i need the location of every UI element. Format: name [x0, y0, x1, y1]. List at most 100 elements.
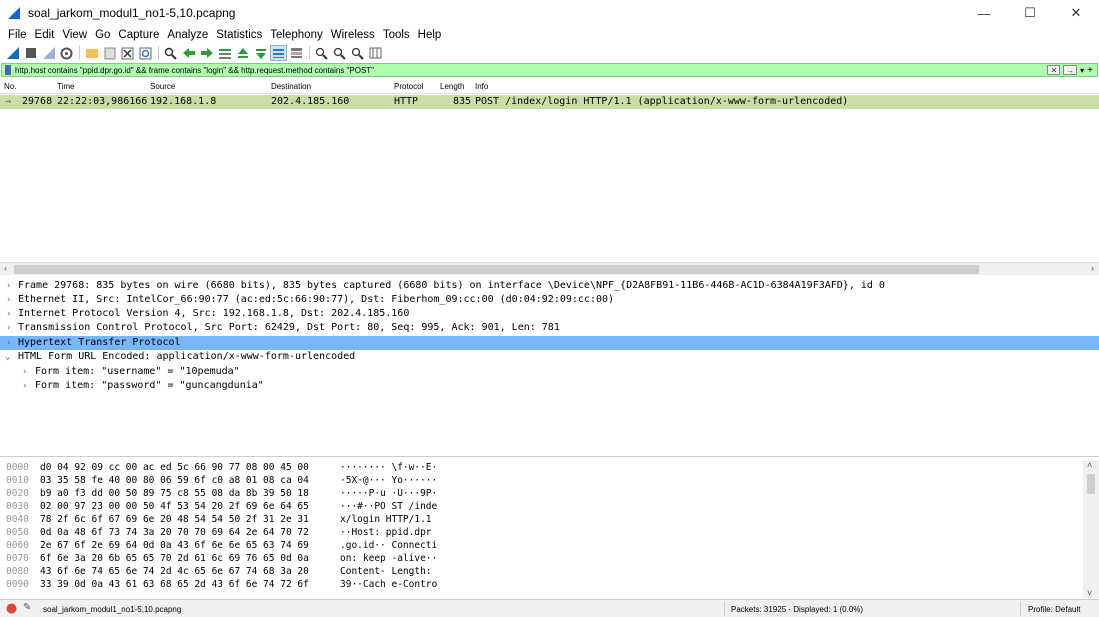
expand-arrow-icon[interactable]: ›	[6, 336, 11, 350]
col-length[interactable]: Length	[440, 82, 464, 91]
menu-view[interactable]: View	[58, 29, 91, 41]
packet-time: 22:22:03,986166	[57, 96, 148, 107]
col-destination[interactable]: Destination	[271, 82, 311, 91]
detail-ipv4[interactable]: › Internet Protocol Version 4, Src: 192.…	[0, 307, 1099, 321]
go-forward-icon[interactable]	[198, 45, 215, 61]
menu-wireless[interactable]: Wireless	[327, 29, 379, 41]
collapse-arrow-icon[interactable]: ⌄	[5, 350, 10, 364]
bytes-vscrollbar[interactable]: ˄ ˅	[1083, 460, 1099, 598]
col-no[interactable]: No.	[4, 82, 16, 91]
restart-capture-icon[interactable]	[40, 45, 57, 61]
toolbar-separator	[79, 46, 80, 60]
menu-statistics[interactable]: Statistics	[212, 29, 266, 41]
col-info[interactable]: Info	[475, 82, 488, 91]
packet-list-header: No. Time Source Destination Protocol Len…	[0, 79, 1099, 94]
title-bar: soal_jarkom_modul1_no1-5,10.pcapng — ☐ ✕	[0, 0, 1099, 26]
autoscroll-icon[interactable]	[270, 45, 287, 61]
minimize-button[interactable]: —	[961, 0, 1007, 26]
packet-no: 29768	[22, 96, 53, 107]
hscroll-thumb[interactable]	[14, 265, 979, 274]
toolbar-separator	[158, 46, 159, 60]
detail-http-selected[interactable]: › Hypertext Transfer Protocol	[0, 336, 1099, 350]
packet-source: 192.168.1.8	[150, 96, 217, 107]
detail-form-item-password[interactable]: › Form item: "password" = "guncangdunia"	[0, 379, 1099, 393]
toolbar-separator	[309, 46, 310, 60]
capture-comment-icon[interactable]: ✎	[23, 602, 31, 613]
filter-dropdown-icon[interactable]: ▾	[1080, 66, 1084, 75]
packet-protocol: HTTP	[394, 96, 419, 107]
stop-capture-icon[interactable]	[22, 45, 39, 61]
expert-info-error-icon[interactable]	[6, 603, 17, 614]
status-profile[interactable]: Profile: Default	[1028, 605, 1080, 614]
detail-form-urlencoded[interactable]: ⌄ HTML Form URL Encoded: application/x-w…	[0, 350, 1099, 364]
scroll-up-icon[interactable]: ˄	[1087, 460, 1092, 470]
zoom-reset-icon[interactable]	[349, 45, 366, 61]
menu-capture[interactable]: Capture	[114, 29, 163, 41]
scroll-left-icon[interactable]: ‹	[4, 263, 7, 273]
menu-telephony[interactable]: Telephony	[266, 29, 326, 41]
go-back-icon[interactable]	[180, 45, 197, 61]
col-source[interactable]: Source	[150, 82, 175, 91]
menu-help[interactable]: Help	[414, 29, 446, 41]
detail-frame[interactable]: › Frame 29768: 835 bytes on wire (6680 b…	[0, 279, 1099, 293]
close-button[interactable]: ✕	[1053, 0, 1099, 26]
expand-arrow-icon[interactable]: ›	[6, 307, 11, 321]
detail-ethernet[interactable]: › Ethernet II, Src: IntelCor_66:90:77 (a…	[0, 293, 1099, 307]
start-capture-icon[interactable]	[4, 45, 21, 61]
expand-arrow-icon[interactable]: ›	[6, 321, 11, 335]
scroll-down-icon[interactable]: ˅	[1087, 588, 1092, 598]
first-packet-icon[interactable]	[234, 45, 251, 61]
display-filter-bar[interactable]: http.host contains "ppid.dpr.go.id" && f…	[1, 63, 1098, 77]
status-packets: Packets: 31925 · Displayed: 1 (0.0%)	[731, 605, 864, 614]
apply-filter-icon[interactable]: →	[1063, 65, 1078, 75]
window-title: soal_jarkom_modul1_no1-5,10.pcapng	[28, 6, 236, 20]
packet-bytes: 0000 d0 04 92 09 cc 00 ac ed 5c 66 90 77 …	[6, 462, 438, 590]
vscroll-thumb[interactable]	[1087, 474, 1095, 494]
packet-destination: 202.4.185.160	[271, 96, 350, 107]
save-file-icon[interactable]	[101, 45, 118, 61]
scroll-right-icon[interactable]: ›	[1091, 263, 1094, 273]
status-file-name: soal_jarkom_modul1_no1-5,10.pcapng	[43, 605, 182, 614]
reload-file-icon[interactable]	[137, 45, 154, 61]
main-toolbar	[0, 44, 1099, 62]
menu-go[interactable]: Go	[91, 29, 114, 41]
last-packet-icon[interactable]	[252, 45, 269, 61]
related-packet-icon: →	[5, 96, 12, 107]
capture-options-icon[interactable]	[58, 45, 75, 61]
col-protocol[interactable]: Protocol	[394, 82, 423, 91]
status-separator	[724, 602, 725, 616]
zoom-in-icon[interactable]	[313, 45, 330, 61]
col-time[interactable]: Time	[57, 82, 74, 91]
menu-bar: File Edit View Go Capture Analyze Statis…	[0, 26, 1099, 44]
display-filter-input[interactable]: http.host contains "ppid.dpr.go.id" && f…	[15, 66, 374, 75]
zoom-out-icon[interactable]	[331, 45, 348, 61]
resize-columns-icon[interactable]	[367, 45, 384, 61]
packet-length: 835	[453, 96, 472, 107]
detail-form-item-username[interactable]: › Form item: "username" = "10pemuda"	[0, 365, 1099, 379]
add-filter-button-icon[interactable]: +	[1087, 65, 1093, 76]
packet-list: No. Time Source Destination Protocol Len…	[0, 79, 1099, 275]
menu-edit[interactable]: Edit	[31, 29, 59, 41]
expand-arrow-icon[interactable]: ›	[6, 293, 11, 307]
packet-row-selected[interactable]: → 29768 22:22:03,986166 192.168.1.8 202.…	[0, 95, 1099, 109]
maximize-button[interactable]: ☐	[1007, 0, 1053, 26]
filter-bookmark-icon[interactable]	[5, 65, 11, 75]
expand-arrow-icon[interactable]: ›	[6, 279, 11, 293]
packet-list-hscrollbar[interactable]: ‹ ›	[0, 262, 1099, 275]
wireshark-fin-icon	[8, 7, 20, 19]
menu-file[interactable]: File	[4, 29, 31, 41]
packet-details: › Frame 29768: 835 bytes on wire (6680 b…	[0, 279, 1099, 457]
close-file-icon[interactable]	[119, 45, 136, 61]
expand-arrow-icon[interactable]: ›	[22, 365, 27, 379]
status-bar: ✎ soal_jarkom_modul1_no1-5,10.pcapng Pac…	[0, 599, 1099, 617]
menu-analyze[interactable]: Analyze	[163, 29, 212, 41]
colorize-icon[interactable]	[288, 45, 305, 61]
open-file-icon[interactable]	[83, 45, 100, 61]
go-to-packet-icon[interactable]	[216, 45, 233, 61]
detail-tcp[interactable]: › Transmission Control Protocol, Src Por…	[0, 321, 1099, 335]
packet-info: POST /index/login HTTP/1.1 (application/…	[475, 96, 849, 107]
expand-arrow-icon[interactable]: ›	[22, 379, 27, 393]
find-packet-icon[interactable]	[162, 45, 179, 61]
menu-tools[interactable]: Tools	[379, 29, 414, 41]
clear-filter-icon[interactable]: ✕	[1047, 65, 1061, 75]
